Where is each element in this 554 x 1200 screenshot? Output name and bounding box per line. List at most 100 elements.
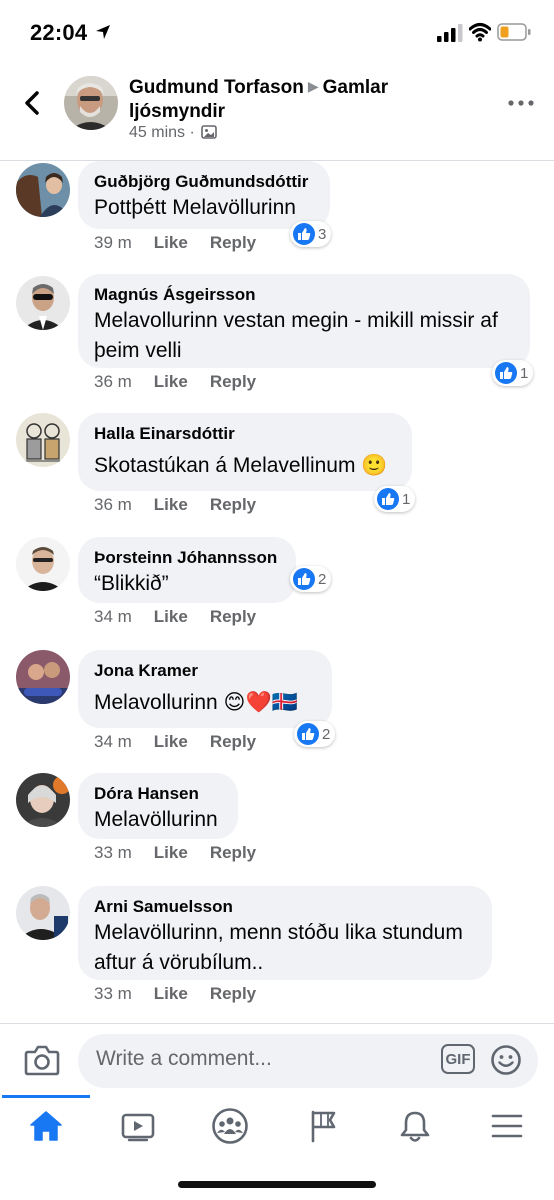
comment-bubble[interactable]: Halla Einarsdóttir Skotastúkan á Melavel… xyxy=(78,413,412,491)
commenter-avatar[interactable] xyxy=(16,650,70,704)
post-age: 45 mins · xyxy=(129,124,195,141)
reaction-count-badge[interactable]: 2 xyxy=(290,566,332,592)
comment-bubble[interactable]: Þorsteinn Jóhannsson “Blikkið” xyxy=(78,537,296,603)
commenter-name[interactable]: Jona Kramer xyxy=(94,660,316,682)
more-options-icon[interactable] xyxy=(507,93,535,113)
comment-input-placeholder[interactable]: Write a comment... xyxy=(96,1047,272,1071)
comment-time: 33 m xyxy=(94,843,132,862)
commenter-name[interactable]: Dóra Hansen xyxy=(94,783,222,805)
bottom-tab-bar xyxy=(0,1095,554,1165)
reply-button[interactable]: Reply xyxy=(210,233,256,252)
reaction-count-badge[interactable]: 1 xyxy=(492,360,534,386)
reply-button[interactable]: Reply xyxy=(210,843,256,862)
menu-icon xyxy=(491,1114,523,1138)
camera-icon[interactable] xyxy=(24,1044,60,1076)
comment-bubble[interactable]: Arni Samuelsson Melavöllurinn, menn stóð… xyxy=(78,886,492,980)
commenter-name[interactable]: Þorsteinn Jóhannsson xyxy=(94,547,280,569)
commenter-name[interactable]: Guðbjörg Guðmundsdóttir xyxy=(94,171,314,193)
wifi-icon xyxy=(469,23,491,42)
reply-button[interactable]: Reply xyxy=(210,607,256,626)
cellular-signal-icon xyxy=(437,24,463,42)
tab-notifications[interactable] xyxy=(369,1095,461,1157)
post-author-avatar[interactable] xyxy=(64,76,118,130)
commenter-name[interactable]: Magnús Ásgeirsson xyxy=(94,284,514,306)
like-button[interactable]: Like xyxy=(154,607,188,626)
comment-bubble[interactable]: Guðbjörg Guðmundsdóttir Pottþétt Melavöl… xyxy=(78,161,330,229)
comment-text: Melavöllurinn xyxy=(94,808,218,831)
post-meta: 45 mins · xyxy=(129,124,218,142)
commenter-avatar[interactable] xyxy=(16,163,70,217)
commenter-avatar[interactable] xyxy=(16,537,70,591)
like-button[interactable]: Like xyxy=(154,843,188,862)
reply-button[interactable]: Reply xyxy=(210,732,256,751)
comment-text: “Blikkið” xyxy=(94,572,169,595)
commenter-avatar[interactable] xyxy=(16,886,70,940)
comment-actions: 34 m Like Reply xyxy=(94,732,256,752)
reply-button[interactable]: Reply xyxy=(210,984,256,1003)
comment-actions: 34 m Like Reply xyxy=(94,607,256,627)
groups-icon xyxy=(212,1108,248,1144)
comment-text: Melavollurinn 😊❤️🇮🇸 xyxy=(94,691,298,714)
comment-actions: 36 m Like Reply xyxy=(94,372,256,392)
reaction-count: 1 xyxy=(402,490,411,508)
commenter-avatar[interactable] xyxy=(16,413,70,467)
reaction-count-badge[interactable]: 2 xyxy=(294,721,336,747)
home-icon xyxy=(30,1111,62,1141)
tab-watch[interactable] xyxy=(92,1095,184,1157)
comments-list: Guðbjörg Guðmundsdóttir Pottþétt Melavöl… xyxy=(0,161,554,1023)
comment-actions: 33 m Like Reply xyxy=(94,843,256,863)
comment-time: 33 m xyxy=(94,984,132,1003)
like-button[interactable]: Like xyxy=(154,233,188,252)
reaction-count: 2 xyxy=(318,570,327,588)
reaction-count-badge[interactable]: 1 xyxy=(374,486,416,512)
comment-bubble[interactable]: Dóra Hansen Melavöllurinn xyxy=(78,773,238,839)
status-time: 22:04 xyxy=(30,20,88,45)
commenter-name[interactable]: Arni Samuelsson xyxy=(94,896,476,918)
comment-time: 36 m xyxy=(94,495,132,514)
back-chevron-icon[interactable] xyxy=(18,88,48,118)
comment-actions: 33 m Like Reply xyxy=(94,984,256,1004)
comment-time: 34 m xyxy=(94,732,132,751)
like-reaction-icon xyxy=(495,362,517,384)
comment-text: Melavöllurinn, menn stóðu lika stundum a… xyxy=(94,921,463,974)
comment-text: Skotastúkan á Melavellinum 🙂 xyxy=(94,454,388,477)
comment-time: 39 m xyxy=(94,233,132,252)
emoji-icon[interactable] xyxy=(490,1044,522,1076)
gif-button[interactable]: GIF xyxy=(441,1044,475,1074)
reaction-count: 1 xyxy=(520,364,529,382)
like-reaction-icon xyxy=(293,568,315,590)
tab-groups[interactable] xyxy=(184,1095,276,1157)
commenter-avatar[interactable] xyxy=(16,773,70,827)
reaction-count-badge[interactable]: 3 xyxy=(290,221,332,247)
comment-bubble[interactable]: Jona Kramer Melavollurinn 😊❤️🇮🇸 xyxy=(78,650,332,728)
tab-home[interactable] xyxy=(0,1095,92,1157)
battery-icon xyxy=(497,23,531,41)
comment-actions: 36 m Like Reply xyxy=(94,495,256,515)
commenter-avatar[interactable] xyxy=(16,276,70,330)
tab-menu[interactable] xyxy=(461,1095,553,1157)
like-button[interactable]: Like xyxy=(154,372,188,391)
like-reaction-icon xyxy=(293,223,315,245)
comment-bubble[interactable]: Magnús Ásgeirsson Melavollurinn vestan m… xyxy=(78,274,530,368)
like-reaction-icon xyxy=(297,723,319,745)
pages-flag-icon xyxy=(311,1110,336,1143)
like-button[interactable]: Like xyxy=(154,732,188,751)
video-icon xyxy=(121,1113,155,1142)
triangle-right-icon: ▶ xyxy=(307,78,319,94)
home-indicator[interactable] xyxy=(178,1181,376,1188)
reaction-count: 3 xyxy=(318,225,327,243)
like-button[interactable]: Like xyxy=(154,495,188,514)
post-author-name[interactable]: Gudmund Torfason xyxy=(129,77,304,98)
reply-button[interactable]: Reply xyxy=(210,495,256,514)
commenter-name[interactable]: Halla Einarsdóttir xyxy=(94,423,396,445)
status-bar: 22:04 xyxy=(0,0,554,66)
post-title[interactable]: Gudmund Torfason ▶ Gamlar ljósmyndir xyxy=(129,74,429,124)
comment-composer: Write a comment... GIF xyxy=(0,1023,554,1099)
photo-album-icon xyxy=(201,125,218,139)
tab-pages[interactable] xyxy=(277,1095,369,1157)
post-header: Gudmund Torfason ▶ Gamlar ljósmyndir 45 mi… xyxy=(0,66,554,161)
like-button[interactable]: Like xyxy=(154,984,188,1003)
reply-button[interactable]: Reply xyxy=(210,372,256,391)
comment-actions: 39 m Like Reply xyxy=(94,233,256,253)
comment-time: 34 m xyxy=(94,607,132,626)
